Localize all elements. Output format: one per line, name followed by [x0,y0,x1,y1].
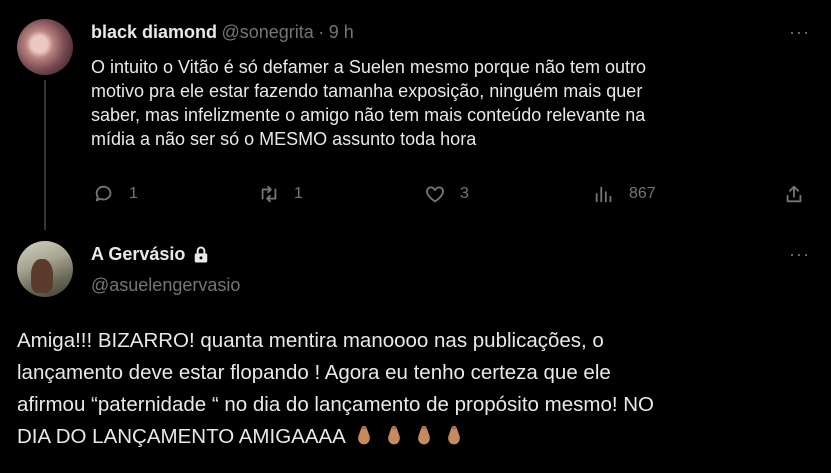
reply-button[interactable]: 1 [93,183,138,205]
tweet-time[interactable]: 9 h [329,22,354,42]
emoji-row [346,425,466,448]
retweet-button[interactable]: 1 [258,183,303,205]
main-tweet-header: A Gervásio [91,244,211,265]
tweet-header: black diamond @sonegrita · 9 h [91,22,354,43]
more-options-icon[interactable]: ··· [789,22,810,43]
main-tweet-text: Amiga!!! BIZARRO! quanta mentira manoooo… [17,329,654,448]
tweet-text: O intuito o Vitão é só defamer a Suelen … [91,57,646,149]
views-button[interactable]: 867 [593,183,656,205]
main-tweet-text-block: Amiga!!! BIZARRO! quanta mentira manoooo… [17,325,817,453]
pinched-fingers-emoji-icon [388,425,400,445]
analytics-icon [595,186,612,203]
share-button[interactable] [783,183,805,205]
avatar-black-diamond[interactable] [17,19,73,75]
heart-icon [426,186,444,203]
author-handle[interactable]: @sonegrita [221,22,313,42]
like-button[interactable]: 3 [424,183,469,205]
retweet-icon [261,185,277,203]
avatar-figure [31,259,53,293]
separator-dot: · [318,22,325,42]
pinched-fingers-emoji-icon [358,425,370,445]
share-icon [786,185,802,203]
more-options-icon[interactable]: ··· [789,244,810,265]
reply-count: 1 [129,185,138,202]
author-handle[interactable]: @asuelengervasio [91,275,240,296]
avatar-a-gervasio[interactable] [17,241,73,297]
lock-icon [195,246,208,262]
pinched-fingers-emoji-icon [448,425,460,445]
author-name[interactable]: black diamond [91,22,217,42]
like-count: 3 [460,185,469,202]
thread-connector-line [44,80,46,230]
reply-icon [95,185,112,202]
retweet-count: 1 [294,185,303,202]
views-count: 867 [629,185,656,202]
author-name[interactable]: A Gervásio [91,244,185,265]
pinched-fingers-emoji-icon [418,425,430,445]
